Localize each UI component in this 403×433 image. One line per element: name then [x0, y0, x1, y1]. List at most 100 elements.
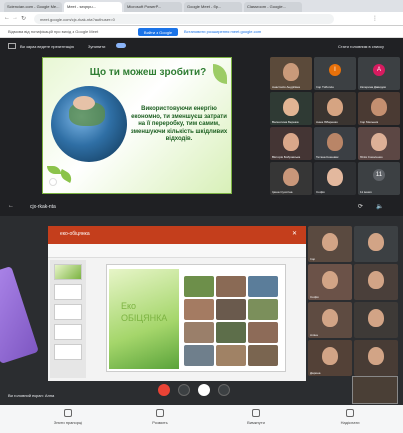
participant-name: Софія — [316, 190, 325, 194]
participant-video — [327, 132, 343, 151]
pen-icon — [156, 409, 164, 417]
tablet-participant-tile[interactable]: Софія — [308, 264, 352, 300]
forward-icon[interactable]: → — [12, 15, 18, 21]
browser-tab[interactable]: Classroom - Google... — [244, 2, 302, 12]
participant-name: Ігор Тиботкін — [316, 85, 334, 89]
browser-tab-bar: Sciencian.com - Google Мe... Meet - seqn… — [0, 0, 403, 12]
participant-tile[interactable]: Анна Лібаренко — [314, 92, 356, 125]
slide-thumbnail[interactable] — [54, 324, 82, 340]
ppt-doc-name: еко-обіцянка — [60, 231, 90, 237]
participant-video — [283, 132, 299, 151]
slide-photo — [184, 299, 214, 320]
slide-photo — [248, 345, 278, 366]
participant-tile[interactable]: А Катерина Давидов — [358, 57, 400, 90]
back-arrow-icon[interactable]: ← — [8, 203, 14, 209]
presenting-label: Ви зараз ведете презентацію — [20, 44, 75, 49]
screenshot-stage: Sciencian.com - Google Мe... Meet - seqn… — [0, 0, 403, 433]
presenter-label: Ви головний екран: Анна — [8, 393, 55, 398]
stop-presenting-button[interactable]: Зупинити — [88, 44, 105, 49]
participant-video — [327, 97, 343, 116]
bottom-action[interactable]: Надіслати — [320, 409, 380, 425]
notice-link[interactable]: Встановити розширення meet.google.com — [184, 29, 261, 34]
participant-video — [283, 167, 299, 186]
browser-tab[interactable]: Google Meet - бр... — [184, 2, 242, 12]
notice-bar: Відмова від нотифікацій про вихід з Goog… — [0, 26, 403, 38]
bottom-action-label: Зняти прапорці — [53, 420, 83, 425]
participant-tile[interactable]: Ігор Мельник — [358, 92, 400, 125]
tablet-participant-tile[interactable] — [354, 264, 398, 300]
tablet-participant-tile[interactable] — [354, 302, 398, 338]
end-call-button[interactable] — [158, 384, 170, 396]
participant-tile[interactable]: Анастасія Андріївна — [270, 57, 312, 90]
self-view-tile[interactable] — [352, 376, 398, 404]
presenting-bar: Ви зараз ведете презентацію Зупинити Ста… — [8, 42, 403, 52]
slide-thumbnail[interactable] — [54, 264, 82, 280]
participant-name: 11 інших — [360, 190, 372, 194]
bottom-action[interactable]: Розмить — [130, 409, 190, 425]
participant-tile[interactable]: Юлія Соколенко — [358, 127, 400, 160]
participant-grid: Анастасія Андріївна І Ігор Тиботкін А Катери… — [270, 57, 403, 197]
mic-button[interactable] — [178, 384, 190, 396]
ppt-ribbon — [48, 244, 306, 258]
ppt-thumbnail-pane — [50, 260, 86, 378]
pin-text[interactable]: Стати головним в списку — [338, 44, 384, 49]
slide-body-text: Використовуючи енергію економно, ти змен… — [130, 106, 228, 143]
participant-tile[interactable]: Валентина Бережа — [270, 92, 312, 125]
participant-tile[interactable]: І Ігор Тиботкін — [314, 57, 356, 90]
participant-name: Софія — [310, 295, 319, 299]
back-icon[interactable]: ← — [4, 15, 10, 21]
close-icon[interactable]: ✕ — [292, 230, 297, 237]
participant-name: Анастасія Андріївна — [272, 85, 300, 89]
slide-thumbnail[interactable] — [54, 284, 82, 300]
participant-tile[interactable]: Вікторія Бобровська — [270, 127, 312, 160]
flower-icon — [49, 178, 57, 186]
reload-icon[interactable]: ↻ — [21, 15, 26, 22]
participant-name: Анна Лібаренко — [316, 120, 338, 124]
participant-video — [368, 347, 384, 366]
participant-video — [322, 309, 338, 328]
flip-camera-icon[interactable]: ⟳ — [358, 203, 363, 210]
address-bar-row: ← → ↻ meet.google.com/cjx-rkak-nta?authu… — [0, 12, 403, 26]
bottom-action-label: Розмить — [152, 420, 168, 425]
browser-tab[interactable]: Microsoft PowerP... — [124, 2, 182, 12]
slide-photo — [184, 276, 214, 297]
slide-thumbnail[interactable] — [54, 304, 82, 320]
participant-video — [322, 271, 338, 290]
participant-name: Юлія Соколенко — [360, 155, 383, 159]
tablet-participant-tile[interactable] — [354, 226, 398, 262]
tablet-participant-tile[interactable]: Ігор — [308, 226, 352, 262]
participant-video — [283, 97, 299, 116]
participant-tile[interactable]: Ірина Сухотіна — [270, 162, 312, 195]
tablet-bottom-bar: Зняти прапорці Розмить Вимкнути Надіслат… — [0, 405, 403, 433]
browser-tab[interactable]: Sciencian.com - Google Мe... — [4, 2, 62, 12]
browser-tab-active[interactable]: Meet - seqnpu... — [64, 2, 122, 12]
notice-action-button[interactable]: Вийти з Google — [138, 28, 178, 36]
tablet-participant-tile[interactable]: Аліна — [308, 302, 352, 338]
slide-photo — [184, 322, 214, 343]
slide-thumbnail[interactable] — [54, 344, 82, 360]
stop-icon — [252, 409, 260, 417]
screen-share-icon — [8, 43, 16, 49]
menu-icon[interactable]: ⋮ — [372, 15, 378, 22]
participant-tile[interactable]: Софія — [314, 162, 356, 195]
participant-tile[interactable]: Тетяна Кошевик — [314, 127, 356, 160]
url-field[interactable]: meet.google.com/cjx-rkak-nta?authuser=0 — [34, 14, 334, 24]
toggle-switch[interactable] — [116, 43, 126, 48]
more-options-button[interactable] — [218, 384, 230, 396]
participant-name: Ігор Мельник — [360, 120, 379, 124]
call-controls — [150, 384, 270, 398]
leaf-icon — [57, 169, 75, 183]
slide-title: Що ти можеш зробити? — [89, 67, 207, 78]
camera-button[interactable] — [198, 384, 210, 396]
bottom-action[interactable]: Вимкнути — [226, 409, 286, 425]
audio-icon[interactable]: 🔈 — [376, 203, 383, 210]
participant-name: Вікторія Бобровська — [272, 155, 301, 159]
tablet-participant-tile[interactable]: Дарина — [308, 340, 352, 376]
ppt-title-bar: еко-обіцянка ✕ — [48, 226, 306, 244]
tablet-participant-tile[interactable] — [354, 340, 398, 376]
slide-photo — [216, 345, 246, 366]
bottom-action[interactable]: Зняти прапорці — [38, 409, 98, 425]
bottom-action-label: Надіслати — [340, 420, 360, 425]
meeting-code: cjx-rkak-nta — [30, 204, 56, 210]
participant-tile[interactable]: 11 11 інших — [358, 162, 400, 195]
